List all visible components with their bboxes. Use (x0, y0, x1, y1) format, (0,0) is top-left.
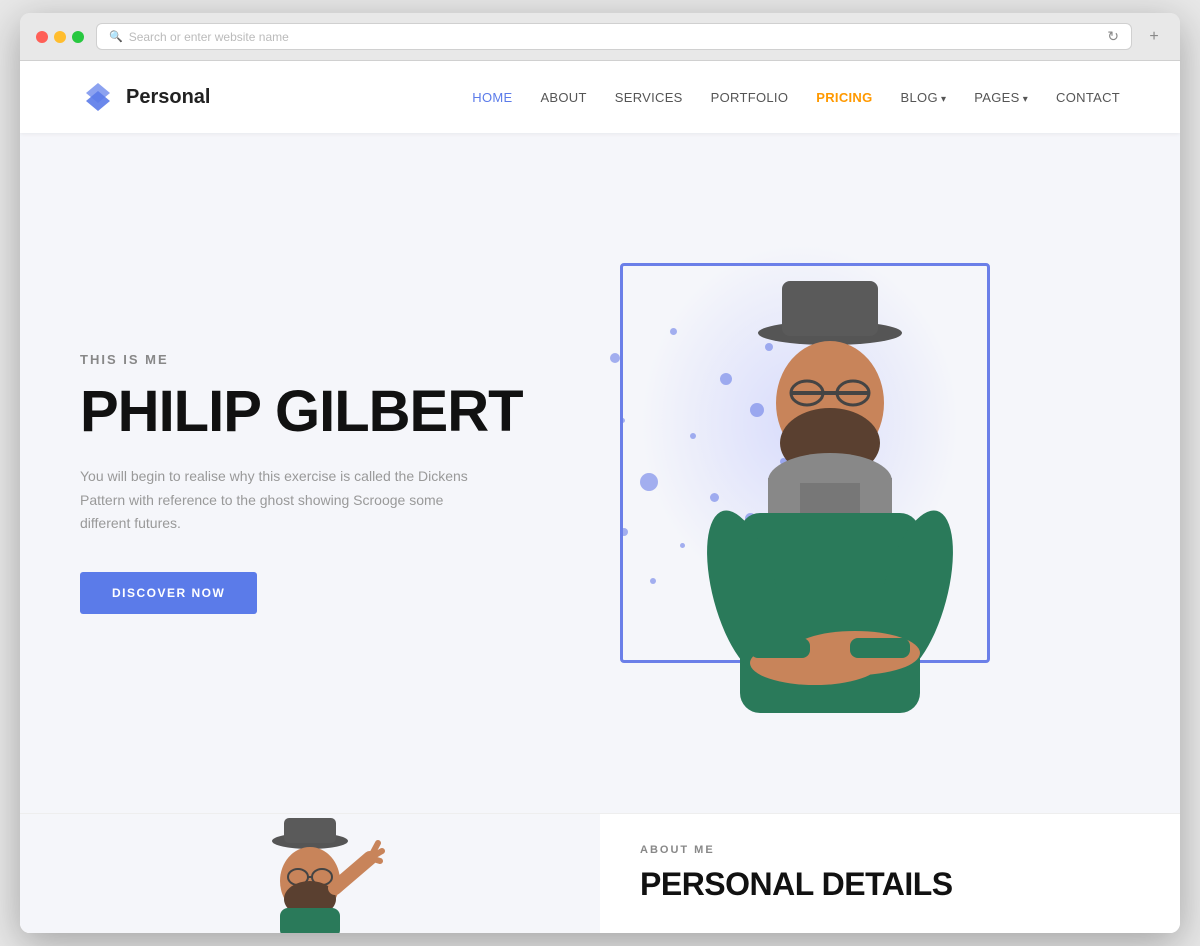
website-content: Personal HOME ABOUT SERVICES PORTFOLIO P… (20, 61, 1180, 933)
decorative-dot (620, 528, 628, 536)
nav-pages[interactable]: PAGES (974, 90, 1028, 105)
nav-services[interactable]: SERVICES (615, 90, 683, 105)
decorative-dot (640, 473, 658, 491)
search-icon: 🔍 (109, 30, 123, 43)
browser-dots (36, 31, 84, 43)
hero-title: PHILIP GILBERT (80, 383, 560, 441)
discover-now-button[interactable]: DISCOVER NOW (80, 572, 257, 614)
hero-eyebrow: THIS IS ME (80, 352, 560, 367)
nav-home[interactable]: HOME (472, 90, 512, 105)
nav-links: HOME ABOUT SERVICES PORTFOLIO PRICING BL… (472, 90, 1120, 105)
hero-section: THIS IS ME PHILIP GILBERT You will begin… (20, 133, 1180, 813)
logo-icon (80, 79, 116, 115)
nav-about[interactable]: ABOUT (540, 90, 586, 105)
logo[interactable]: Personal (80, 79, 210, 115)
address-text: Search or enter website name (129, 30, 289, 44)
dot-close[interactable] (36, 31, 48, 43)
about-title: PERSONAL DETAILS (640, 866, 1140, 903)
reload-icon[interactable]: ↻ (1107, 28, 1119, 45)
hero-image-area (560, 223, 1120, 743)
browser-toolbar: 🔍 Search or enter website name ↻ + (20, 13, 1180, 61)
dot-minimize[interactable] (54, 31, 66, 43)
decorative-dot (650, 578, 656, 584)
decorative-dot (620, 418, 625, 423)
bottom-preview-section: ABOUT ME PERSONAL DETAILS (20, 813, 1180, 933)
hero-person-illustration (660, 223, 1000, 743)
logo-text: Personal (126, 86, 210, 109)
new-tab-button[interactable]: + (1144, 27, 1164, 47)
hero-description: You will begin to realise why this exerc… (80, 465, 480, 536)
about-eyebrow: ABOUT ME (640, 844, 1140, 856)
nav-blog[interactable]: BLOG (901, 90, 947, 105)
about-section-preview: ABOUT ME PERSONAL DETAILS (600, 814, 1180, 933)
nav-contact[interactable]: CONTACT (1056, 90, 1120, 105)
dot-maximize[interactable] (72, 31, 84, 43)
hero-content: THIS IS ME PHILIP GILBERT You will begin… (80, 352, 560, 614)
browser-address-bar[interactable]: 🔍 Search or enter website name ↻ (96, 23, 1132, 50)
nav-pricing[interactable]: PRICING (816, 90, 872, 105)
bottom-person-preview (20, 814, 600, 933)
navbar: Personal HOME ABOUT SERVICES PORTFOLIO P… (20, 61, 1180, 133)
browser-window: 🔍 Search or enter website name ↻ + Perso… (20, 13, 1180, 933)
nav-portfolio[interactable]: PORTFOLIO (711, 90, 789, 105)
decorative-dot (610, 353, 620, 363)
